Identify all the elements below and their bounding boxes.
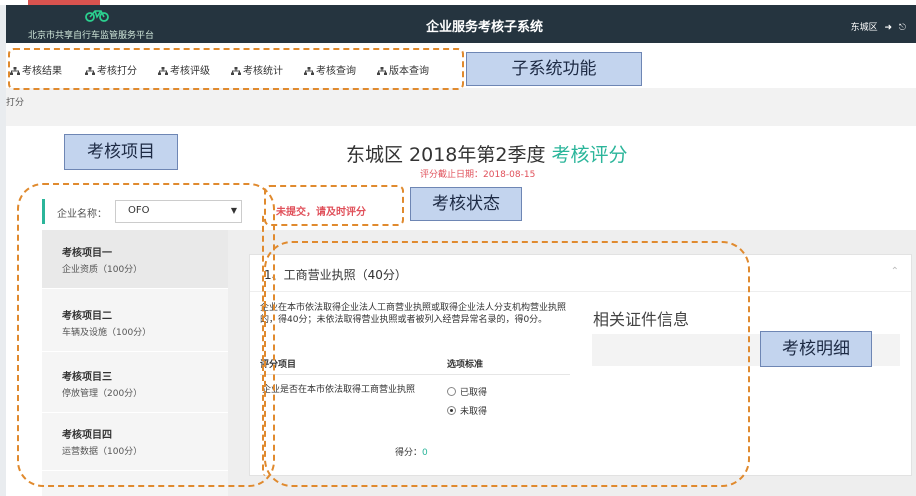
annotation-outline-status xyxy=(264,185,404,226)
title-prefix: 东城区 2018年第2季度 xyxy=(346,144,552,166)
deadline-text: 评分截止日期：2018-08-15 xyxy=(420,170,536,180)
title-highlight: 考核评分 xyxy=(551,144,628,166)
bicycle-icon xyxy=(85,10,109,22)
system-title: 企业服务考核子系统 xyxy=(426,20,544,35)
callout-detail: 考核明细 xyxy=(760,331,872,367)
annotation-outline-nav xyxy=(8,48,464,90)
chevron-up-icon[interactable]: ⌃ xyxy=(891,266,899,277)
app-header: 北京市共享自行车监管服务平台 企业服务考核子系统 东城区 ➜ ⎋ xyxy=(6,5,916,43)
page-title: 东城区 2018年第2季度 考核评分 xyxy=(346,140,628,167)
sign-out-icon[interactable]: ⎋ xyxy=(899,23,906,33)
callout-items: 考核项目 xyxy=(64,134,178,170)
annotation-outline-items xyxy=(17,183,275,487)
annotation-outline-detail xyxy=(264,241,750,487)
breadcrumb-text: 打分 xyxy=(6,98,25,108)
user-area: 东城区 ➜ ⎋ xyxy=(851,20,906,33)
sign-in-icon[interactable]: ➜ xyxy=(884,23,892,33)
callout-status: 考核状态 xyxy=(410,187,522,221)
platform-name: 北京市共享自行车监管服务平台 xyxy=(28,31,155,41)
callout-subsystem: 子系统功能 xyxy=(466,52,642,86)
breadcrumb: 打分 xyxy=(6,88,916,126)
user-district: 东城区 xyxy=(850,23,878,33)
